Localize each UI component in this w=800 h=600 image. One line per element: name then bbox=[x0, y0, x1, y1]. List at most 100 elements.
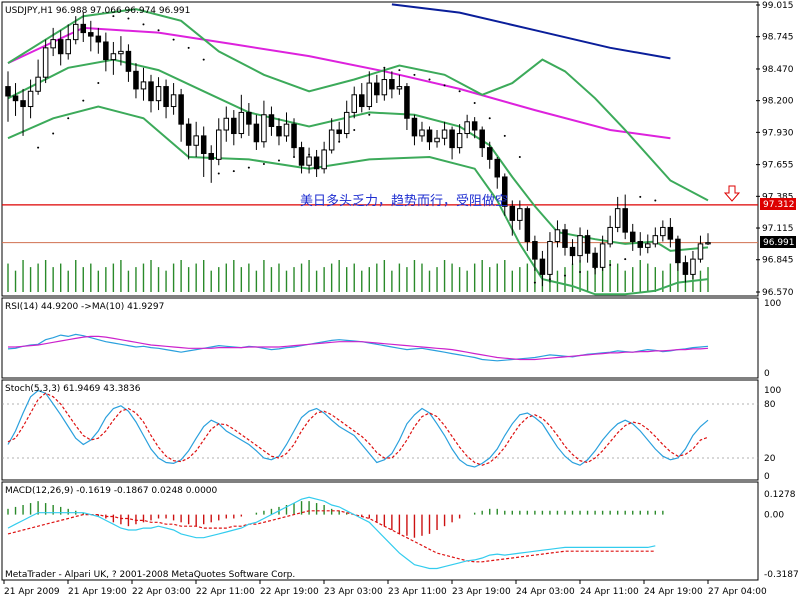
sar-dot bbox=[654, 199, 657, 202]
sar-dot bbox=[247, 166, 250, 169]
candle-body bbox=[562, 229, 568, 248]
candle-body bbox=[185, 123, 192, 146]
candle-body bbox=[584, 235, 591, 254]
sar-dot bbox=[413, 73, 416, 76]
candle-body bbox=[486, 147, 493, 160]
candle-body bbox=[411, 117, 418, 137]
candle-body bbox=[88, 32, 94, 37]
candle-body bbox=[426, 129, 433, 143]
sar-dot bbox=[172, 38, 175, 41]
candle-body bbox=[283, 123, 290, 137]
candle-body bbox=[57, 39, 64, 55]
candle-body bbox=[118, 50, 124, 55]
sar-dot bbox=[142, 23, 145, 26]
x-tick-label: 21 Apr 2009 bbox=[4, 587, 60, 597]
candle-body bbox=[253, 123, 260, 143]
macd-y-tick-label: 0.1278 bbox=[764, 490, 796, 500]
candle-body bbox=[95, 35, 102, 43]
rsi-label: RSI(14) 44.9200 ->MA(10) 41.9297 bbox=[5, 302, 164, 312]
x-tick-label: 23 Apr 19:00 bbox=[452, 587, 511, 597]
candle-body bbox=[268, 114, 275, 127]
candle-body bbox=[456, 133, 463, 149]
metatrader-chart: 99.015 98.745 98.470 98.200 97.930 97.655 97.3… bbox=[0, 0, 800, 600]
sar-dot bbox=[127, 17, 130, 20]
current-price-label: 96.991 bbox=[763, 238, 795, 248]
sar-dot bbox=[187, 46, 190, 49]
sar-dot bbox=[67, 117, 70, 120]
sar-dot bbox=[217, 172, 220, 175]
sar-dot bbox=[82, 99, 85, 102]
candle-body bbox=[441, 129, 448, 139]
candle-body bbox=[231, 117, 237, 135]
candle-body bbox=[524, 208, 531, 243]
candle-body bbox=[599, 243, 606, 268]
resistance-price-label: 97.312 bbox=[763, 200, 795, 210]
stoch-y-tick-label: 0 bbox=[764, 472, 770, 482]
sar-dot bbox=[398, 69, 401, 72]
candle-body bbox=[35, 76, 41, 92]
rsi-y-tick-label: 0 bbox=[764, 369, 770, 379]
candle-body bbox=[592, 252, 598, 268]
main-y-tick-label: 96.570 bbox=[762, 288, 794, 298]
sar-dot bbox=[563, 274, 566, 277]
x-tick-label: 24 Apr 19:00 bbox=[644, 587, 703, 597]
candle-body bbox=[261, 114, 267, 143]
candle-body bbox=[103, 41, 109, 61]
candle-body bbox=[359, 94, 365, 108]
candle-body bbox=[321, 149, 327, 170]
sar-dot bbox=[503, 134, 506, 137]
candle-body bbox=[133, 70, 139, 90]
candle-body bbox=[42, 47, 49, 78]
candle-body bbox=[622, 208, 628, 233]
main-y-tick-label: 99.015 bbox=[762, 1, 794, 11]
sar-dot bbox=[97, 82, 100, 85]
candle-body bbox=[80, 23, 87, 34]
candle-body bbox=[306, 156, 312, 166]
x-tick-label: 22 Apr 03:00 bbox=[132, 587, 191, 597]
macd-label: MACD(12,26,9) -0.1619 -0.1867 0.0248 0.0… bbox=[5, 486, 218, 496]
candle-body bbox=[539, 258, 546, 275]
candle-body bbox=[464, 121, 470, 135]
candle-body bbox=[645, 243, 651, 248]
sar-dot bbox=[368, 113, 371, 116]
sar-dot bbox=[37, 146, 40, 149]
candle-body bbox=[336, 129, 342, 135]
candle-body bbox=[366, 82, 373, 108]
candle-body bbox=[637, 241, 644, 248]
candle-body bbox=[652, 235, 659, 245]
candle-body bbox=[607, 226, 613, 245]
candle-body bbox=[12, 95, 19, 102]
candle-body bbox=[27, 90, 34, 108]
rsi-y-tick-label: 100 bbox=[764, 299, 781, 309]
sar-dot bbox=[518, 156, 521, 159]
candle-body bbox=[682, 262, 689, 275]
candle-body bbox=[291, 123, 297, 149]
candle-body bbox=[193, 135, 199, 146]
candle-body bbox=[705, 242, 711, 245]
candle-body bbox=[629, 231, 636, 243]
x-tick-label: 23 Apr 11:00 bbox=[388, 587, 447, 597]
candle-body bbox=[155, 86, 162, 102]
candle-body bbox=[389, 79, 395, 90]
candle-body bbox=[343, 111, 350, 135]
candle-body bbox=[690, 258, 696, 275]
sar-dot bbox=[277, 159, 280, 162]
sar-dot bbox=[473, 102, 476, 105]
chart-root: 99.015 98.745 98.470 98.200 97.930 97.655 97.3… bbox=[0, 0, 800, 600]
candle-body bbox=[148, 81, 154, 102]
sar-dot bbox=[609, 264, 612, 267]
candle-body bbox=[667, 226, 674, 240]
candle-body bbox=[276, 125, 282, 137]
main-y-tick-label: 98.470 bbox=[762, 65, 794, 75]
candle-body bbox=[419, 129, 425, 137]
candle-body bbox=[200, 135, 207, 154]
x-tick-label: 23 Apr 03:00 bbox=[324, 587, 383, 597]
candle-body bbox=[298, 147, 305, 166]
stoch-y-tick-label: 100 bbox=[764, 386, 781, 396]
chart-annotation: 美日多头乏力，趋势而行，受阻做空 bbox=[300, 193, 508, 209]
main-y-tick-label: 97.930 bbox=[762, 128, 794, 138]
candle-body bbox=[494, 158, 501, 178]
x-tick-label: 22 Apr 11:00 bbox=[196, 587, 255, 597]
candle-body bbox=[660, 226, 666, 237]
candle-body bbox=[125, 50, 132, 72]
